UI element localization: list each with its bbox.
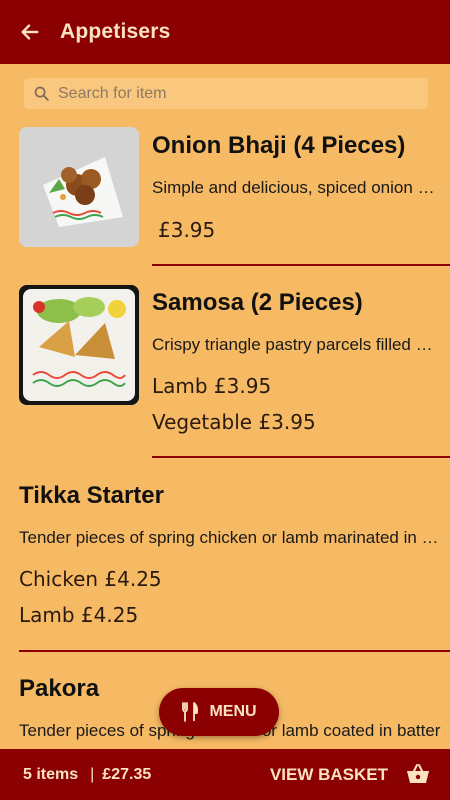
item-name: Pakora <box>19 675 100 702</box>
divider <box>152 264 450 266</box>
basket-total: £27.35 <box>102 765 152 783</box>
item-price: Lamb £3.95 <box>152 374 272 398</box>
arrow-left-icon <box>21 24 39 40</box>
item-price: Lamb £4.25 <box>19 603 139 627</box>
page-title: Appetisers <box>60 20 171 43</box>
menu-button-label: MENU <box>209 703 257 720</box>
item-name: Samosa (2 Pieces) <box>152 289 363 316</box>
item-price: Vegetable £3.95 <box>152 410 316 434</box>
item-name: Onion Bhaji (4 Pieces) <box>152 132 406 159</box>
item-photo-samosa <box>19 285 139 405</box>
divider <box>19 650 450 652</box>
basket-bar[interactable]: 5 items | £27.35 VIEW BASKET <box>0 749 450 800</box>
item-name: Tikka Starter <box>19 482 164 509</box>
search-bar[interactable] <box>24 78 428 109</box>
basket-icon[interactable] <box>406 763 430 785</box>
item-photo-onion-bhaji <box>19 127 139 247</box>
search-icon <box>34 86 49 101</box>
view-basket-button[interactable]: VIEW BASKET <box>270 765 388 785</box>
item-price: Chicken £4.25 <box>19 567 162 591</box>
search-input[interactable] <box>58 84 398 103</box>
cutlery-icon <box>182 702 199 722</box>
menu-button[interactable]: MENU <box>159 688 279 736</box>
item-description: Simple and delicious, spiced onion bhaji… <box>152 178 444 197</box>
item-description: Tender pieces of spring chicken or lamb … <box>19 528 444 547</box>
divider <box>152 456 450 458</box>
back-button[interactable] <box>0 0 60 64</box>
basket-item-count: 5 items <box>23 765 79 783</box>
app-header: Appetisers <box>0 0 450 64</box>
item-description: Crispy triangle pastry parcels filled wi… <box>152 335 444 354</box>
item-price: £3.95 <box>158 218 216 242</box>
basket-separator: | <box>90 765 95 783</box>
